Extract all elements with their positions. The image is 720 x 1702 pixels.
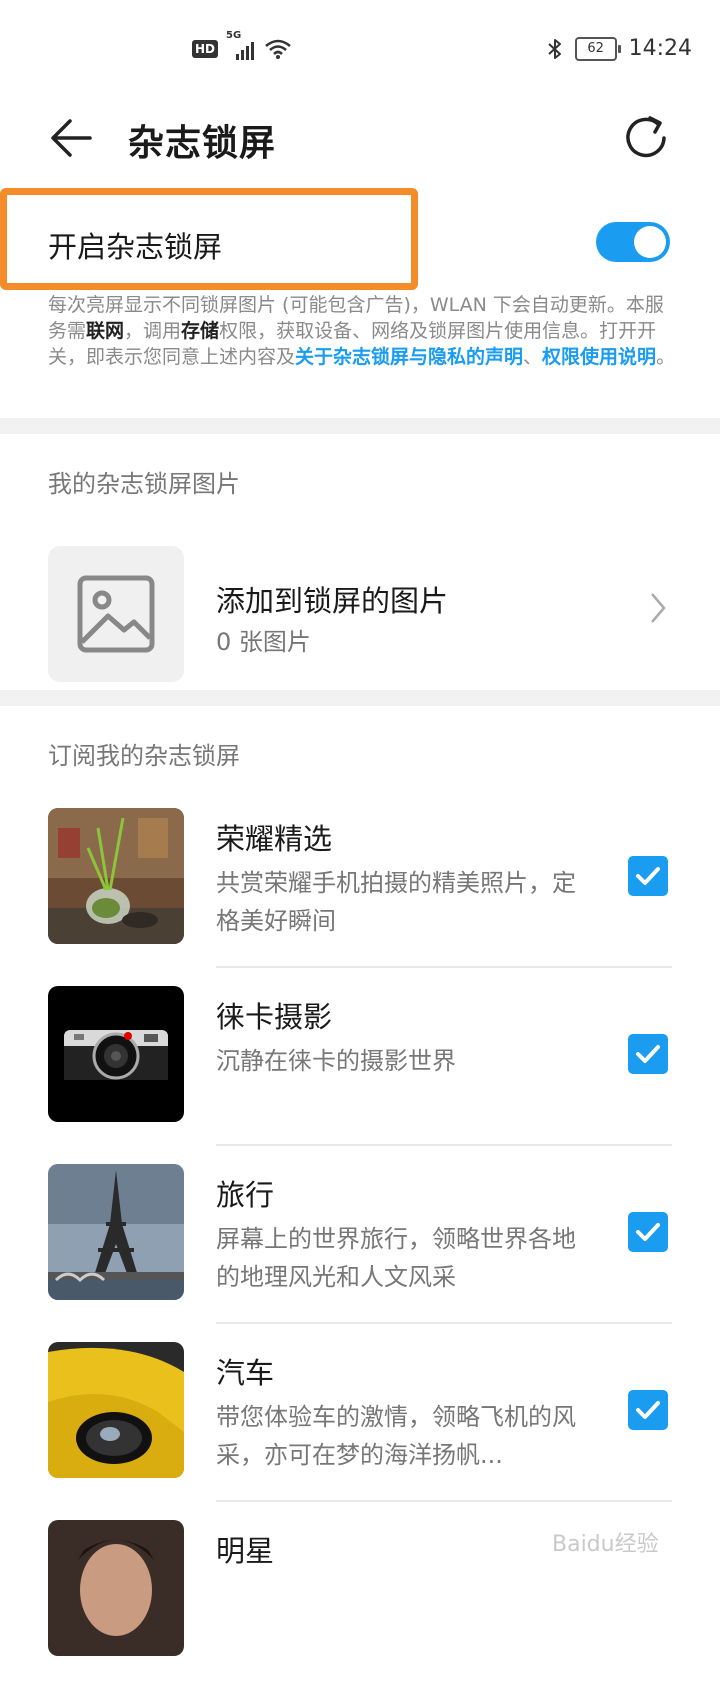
checkmark-icon [636, 1045, 660, 1063]
add-pictures-count: 0 张图片 [216, 628, 311, 656]
car-photo-thumbnail [48, 1342, 184, 1478]
subscription-desc: 屏幕上的世界旅行，领略世界各地的地理风光和人文风采 [216, 1225, 576, 1291]
subscription-item[interactable]: 荣耀精选 共赏荣耀手机拍摄的精美照片，定格美好瞬间 [0, 808, 720, 990]
status-bar: HD 5G 62 14:24 [0, 0, 720, 100]
portrait-photo-thumbnail [48, 1520, 184, 1656]
plant-photo-image [48, 808, 184, 944]
desc-bold-storage: 存储 [181, 320, 220, 342]
my-pictures-header: 我的杂志锁屏图片 [48, 470, 240, 498]
portrait-photo-image [48, 1520, 184, 1656]
status-left: HD 5G [192, 30, 292, 60]
item-divider [216, 1144, 672, 1146]
description-text: 每次亮屏显示不同锁屏图片 (可能包含广告)，WLAN 下会自动更新。本服务需联网… [48, 292, 676, 370]
chevron-right-icon [651, 593, 666, 623]
toggle-knob [634, 226, 666, 258]
subscription-desc: 沉静在徕卡的摄影世界 [216, 1047, 456, 1075]
master-toggle-switch[interactable] [596, 222, 670, 262]
subscription-item[interactable]: 徕卡摄影 沉静在徕卡的摄影世界 [0, 986, 720, 1168]
arrow-left-icon [51, 119, 92, 157]
plant-photo-thumbnail [48, 808, 184, 944]
desc-part: ，调用 [124, 320, 182, 342]
eiffel-photo-thumbnail [48, 1164, 184, 1300]
privacy-statement-link[interactable]: 关于杂志锁屏与隐私的声明 [295, 346, 523, 368]
checkmark-icon [636, 867, 660, 885]
item-divider [216, 1500, 672, 1502]
clock: 14:24 [628, 36, 692, 61]
image-icon [77, 575, 155, 653]
car-photo-image [48, 1342, 184, 1478]
eiffel-photo-image [48, 1164, 184, 1300]
back-button[interactable] [46, 112, 98, 164]
master-toggle-label: 开启杂志锁屏 [48, 230, 223, 264]
camera-photo-image [48, 986, 184, 1122]
signal-icon: 5G [226, 30, 255, 60]
section-divider [0, 690, 720, 706]
camera-photo-thumbnail [48, 986, 184, 1122]
subscription-desc: 共赏荣耀手机拍摄的精美照片，定格美好瞬间 [216, 869, 576, 935]
app-bar: 杂志锁屏 [0, 100, 720, 180]
subscription-checkbox[interactable] [628, 856, 668, 896]
checkmark-icon [636, 1223, 660, 1241]
wifi-icon [265, 39, 291, 59]
battery-level: 62 [587, 40, 604, 56]
refresh-icon [626, 116, 666, 158]
page-title: 杂志锁屏 [128, 123, 277, 164]
subscription-title: 荣耀精选 [216, 822, 333, 856]
hd-badge: HD [192, 40, 219, 58]
picture-placeholder [48, 546, 184, 682]
subscription-checkbox[interactable] [628, 1390, 668, 1430]
item-divider [216, 1322, 672, 1324]
item-divider [216, 966, 672, 968]
add-pictures-title: 添加到锁屏的图片 [216, 584, 449, 618]
network-label: 5G [226, 30, 242, 41]
bluetooth-icon [547, 38, 561, 59]
section-divider [0, 418, 720, 434]
status-right: 62 14:24 [547, 36, 692, 61]
subscriptions-header: 订阅我的杂志锁屏 [48, 742, 240, 770]
subscription-desc: 带您体验车的激情，领略飞机的风采，亦可在梦的海洋扬帆... [216, 1403, 576, 1469]
battery-icon: 62 [574, 36, 621, 61]
watermark: Baidu经验 [552, 1532, 659, 1557]
subscription-title: 汽车 [216, 1356, 275, 1390]
refresh-button[interactable] [620, 112, 672, 164]
permission-info-link[interactable]: 权限使用说明 [542, 346, 656, 368]
desc-part: 。 [656, 346, 676, 368]
add-pictures-row[interactable]: 添加到锁屏的图片 0 张图片 [0, 530, 720, 690]
desc-part: 、 [523, 346, 543, 368]
subscription-item[interactable]: 旅行 屏幕上的世界旅行，领略世界各地的地理风光和人文风采 [0, 1164, 720, 1346]
subscription-checkbox[interactable] [628, 1034, 668, 1074]
subscription-checkbox[interactable] [628, 1212, 668, 1252]
desc-bold-network: 联网 [86, 320, 125, 342]
subscription-title: 徕卡摄影 [216, 1000, 333, 1034]
subscription-item[interactable]: 汽车 带您体验车的激情，领略飞机的风采，亦可在梦的海洋扬帆... [0, 1342, 720, 1524]
subscription-title: 旅行 [216, 1178, 275, 1212]
subscription-title: 明星 [216, 1534, 275, 1568]
checkmark-icon [636, 1401, 660, 1419]
